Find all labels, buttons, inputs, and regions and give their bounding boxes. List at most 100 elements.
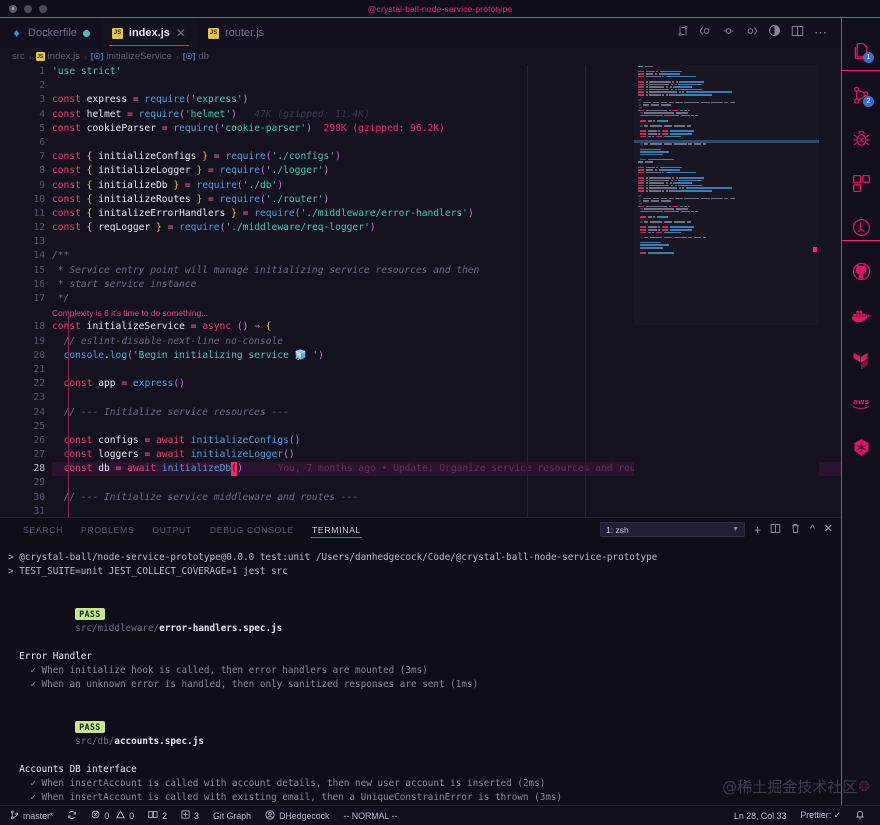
more-actions-icon[interactable]: ⋯ bbox=[814, 29, 827, 37]
terminal-line-pass: PASS src/db/accounts.spec.js bbox=[8, 706, 841, 763]
status-notifications[interactable] bbox=[848, 809, 872, 822]
test-file: accounts.spec.js bbox=[114, 736, 204, 747]
line-number: 4 bbox=[22, 108, 45, 122]
panel-tab-debug-console[interactable]: DEBUG CONSOLE bbox=[201, 518, 303, 541]
kill-terminal-icon[interactable] bbox=[790, 523, 801, 536]
breadcrumb-item-symbol-initializeservice[interactable]: [☉] initializeService bbox=[91, 51, 172, 62]
line-number: 23 bbox=[22, 391, 45, 405]
line-number: 1 bbox=[22, 65, 45, 79]
panel-actions: 1: zsh ▼ + ^ ✕ bbox=[600, 518, 833, 541]
split-editor-icon[interactable] bbox=[791, 24, 804, 42]
docker-icon[interactable] bbox=[842, 294, 880, 336]
account-label: DHedgecock bbox=[279, 811, 329, 821]
editor-scrollbar[interactable] bbox=[831, 65, 841, 517]
pass-badge: PASS bbox=[75, 721, 104, 733]
error-icon bbox=[91, 810, 100, 821]
ports-count: 2 bbox=[162, 811, 167, 821]
terminal-line: > TEST_SUITE=unit JEST_COLLECT_COVERAGE=… bbox=[8, 565, 841, 579]
terraform-icon[interactable] bbox=[842, 338, 880, 380]
extensions-icon[interactable] bbox=[842, 162, 880, 204]
vertical-ruler bbox=[527, 65, 528, 517]
status-branch[interactable]: master* bbox=[8, 810, 60, 822]
line-number: 27 bbox=[22, 448, 45, 462]
split-diff-icon[interactable] bbox=[677, 24, 689, 42]
docker-icon: ♦ bbox=[11, 28, 22, 39]
close-icon[interactable]: ✕ bbox=[176, 27, 186, 39]
aws-icon[interactable]: aws bbox=[842, 382, 880, 424]
error-count: 0 bbox=[104, 811, 109, 821]
status-ports[interactable]: 2 bbox=[141, 810, 174, 821]
breadcrumb-item-symbol-db[interactable]: [☉] db bbox=[183, 51, 209, 62]
branch-label: master* bbox=[23, 811, 53, 821]
terminal-line: Accounts DB interface bbox=[8, 763, 841, 777]
breadcrumb-separator: › bbox=[29, 52, 32, 62]
activity-bar: 1 2 bbox=[841, 18, 880, 805]
minimap-cursor-mark bbox=[813, 247, 817, 252]
run-test-icon[interactable] bbox=[722, 24, 735, 42]
line-number: 30 bbox=[22, 491, 45, 505]
watermark: @稀土掘金技术社区 ❂ bbox=[722, 776, 870, 797]
source-control-icon[interactable]: 2 bbox=[842, 74, 880, 116]
add-box-icon bbox=[181, 810, 190, 821]
line-number: 2 bbox=[22, 79, 45, 93]
status-add-box[interactable]: 3 bbox=[174, 810, 206, 821]
tab-index-js[interactable]: JS index.js ✕ bbox=[101, 18, 197, 48]
testing-icon[interactable] bbox=[842, 206, 880, 248]
add-box-count: 3 bbox=[194, 811, 199, 821]
breadcrumb-separator: › bbox=[84, 52, 87, 62]
run-all-tests-icon[interactable] bbox=[699, 24, 712, 42]
js-icon: JS bbox=[112, 28, 123, 39]
line-number-current: 28 bbox=[22, 462, 45, 476]
status-cursor-position[interactable]: Ln 28, Col 33 bbox=[727, 811, 793, 821]
line-number: 12 bbox=[22, 221, 45, 235]
tab-label: index.js bbox=[129, 27, 170, 39]
status-sync[interactable] bbox=[60, 810, 84, 822]
js-icon: JS bbox=[36, 52, 45, 61]
warning-count: 0 bbox=[129, 811, 134, 821]
terminal-line: ✓ When insertAccount is called with acco… bbox=[8, 777, 841, 791]
status-git-graph[interactable]: Git Graph bbox=[206, 811, 258, 821]
status-vim-mode: -- NORMAL -- bbox=[336, 811, 404, 821]
new-terminal-icon[interactable]: + bbox=[754, 524, 761, 536]
breadcrumb-item-file[interactable]: JS index.js bbox=[36, 51, 80, 62]
panel-tab-terminal[interactable]: TERMINAL bbox=[303, 518, 370, 541]
line-number: 10 bbox=[22, 193, 45, 207]
breadcrumb-item-src[interactable]: src bbox=[12, 51, 25, 62]
line-number: 25 bbox=[22, 420, 45, 434]
minimap[interactable] bbox=[634, 65, 819, 517]
debug-test-icon[interactable] bbox=[745, 24, 758, 42]
tab-router-js[interactable]: JS router.js bbox=[197, 18, 275, 48]
kubernetes-icon[interactable] bbox=[842, 426, 880, 468]
status-bar: master* 0 0 bbox=[0, 805, 880, 825]
sync-icon bbox=[67, 810, 77, 822]
status-problems[interactable]: 0 0 bbox=[84, 810, 141, 821]
breadcrumb-separator: › bbox=[176, 52, 179, 62]
status-account[interactable]: DHedgecock bbox=[258, 810, 336, 822]
maximize-panel-icon[interactable]: ^ bbox=[810, 525, 815, 535]
import-cost: 298K (gzipped: 96.2K) bbox=[324, 123, 445, 134]
run-and-debug-icon[interactable] bbox=[842, 118, 880, 160]
terminal-line-pass: PASS src/middleware/error-handlers.spec.… bbox=[8, 593, 841, 650]
editor-toolbar: ⋯ bbox=[677, 18, 841, 48]
terminal-output[interactable]: > @crystal-ball/node-service-prototype@0… bbox=[0, 541, 841, 805]
panel-tab-bar: SEARCH PROBLEMS OUTPUT DEBUG CONSOLE TER… bbox=[0, 518, 841, 541]
code-editor[interactable]: {} 1 2 3 4 5 6 7 8 9 10 11 12 13 14 bbox=[0, 65, 841, 517]
panel-tab-search[interactable]: SEARCH bbox=[14, 518, 72, 541]
panel-tab-problems[interactable]: PROBLEMS bbox=[72, 518, 143, 541]
line-number: 18 bbox=[22, 320, 45, 334]
tab-dockerfile[interactable]: ♦ Dockerfile bbox=[0, 18, 101, 48]
coverage-icon[interactable] bbox=[768, 24, 781, 42]
line-number: 19 bbox=[22, 335, 45, 349]
terminal-selector[interactable]: 1: zsh ▼ bbox=[600, 522, 745, 537]
terminal-line bbox=[8, 692, 841, 706]
split-terminal-icon[interactable] bbox=[770, 523, 781, 536]
status-prettier[interactable]: Prettier: ✓ bbox=[793, 810, 848, 821]
terminal-line: ✓ When initialize hook is called, then e… bbox=[8, 664, 841, 678]
terminal-line: ✓ When an unknown error is handled, then… bbox=[8, 678, 841, 692]
explorer-icon[interactable]: 1 bbox=[842, 30, 880, 72]
github-icon[interactable] bbox=[842, 250, 880, 292]
terminal-line: ✓ When insertAccount is called with exis… bbox=[8, 791, 841, 805]
close-panel-icon[interactable]: ✕ bbox=[824, 524, 833, 535]
panel-tab-output[interactable]: OUTPUT bbox=[143, 518, 201, 541]
explorer-badge: 1 bbox=[863, 52, 874, 63]
